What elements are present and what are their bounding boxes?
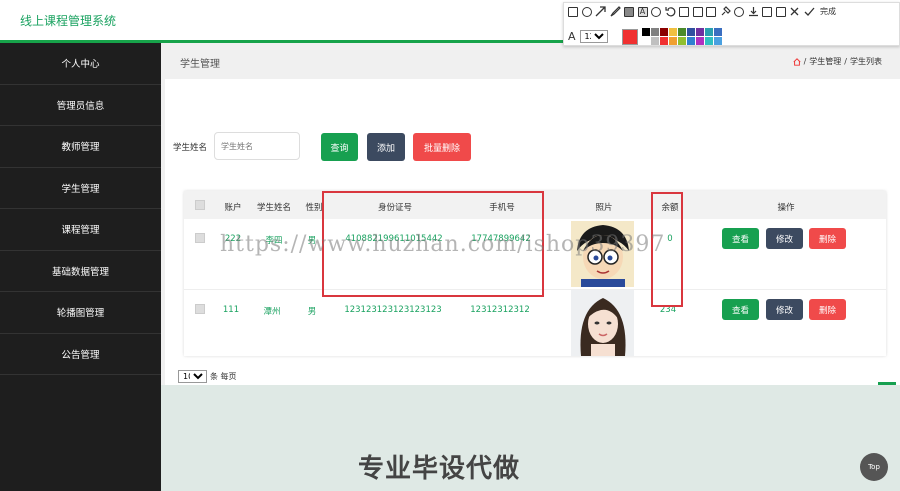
delete-button[interactable]: 删除 (809, 299, 846, 320)
pin-icon[interactable] (720, 6, 731, 17)
color-swatch[interactable] (668, 28, 677, 36)
row-checkbox[interactable] (195, 233, 205, 243)
breadcrumb-sep: / (844, 57, 847, 66)
select-all-checkbox[interactable] (195, 200, 205, 210)
breadcrumb-item: 学生列表 (850, 57, 882, 66)
download-icon[interactable] (748, 6, 759, 17)
column-header: 学生姓名 (256, 203, 292, 213)
color-swatch[interactable] (659, 28, 668, 36)
sidebar-item-base-data[interactable]: 基础数据管理 (0, 251, 161, 292)
tool-row: A 完成 (568, 6, 836, 17)
current-color-swatch[interactable] (621, 28, 638, 45)
breadcrumb: / 学生管理 / 学生列表 (793, 56, 882, 67)
footer-area (161, 385, 900, 491)
phone-icon[interactable] (762, 6, 772, 17)
color-swatch[interactable] (704, 37, 713, 45)
sidebar-item-teachers[interactable]: 教师管理 (0, 126, 161, 168)
rectangle-tool-icon[interactable] (568, 6, 578, 17)
color-swatch[interactable] (641, 28, 650, 36)
crumb-bar: 学生管理 / 学生管理 / 学生列表 (161, 43, 900, 79)
search-label: 学生姓名 (173, 143, 208, 153)
color-swatch[interactable] (650, 37, 659, 45)
sidebar-item-students[interactable]: 学生管理 (0, 168, 161, 209)
font-size-select[interactable]: 12 (579, 30, 608, 43)
color-swatch[interactable] (686, 37, 695, 45)
search-input[interactable] (214, 132, 300, 160)
add-button[interactable]: 添加 (367, 133, 405, 161)
cell-account: 111 (222, 305, 240, 315)
undo-icon[interactable] (664, 6, 676, 17)
row-checkbox[interactable] (195, 304, 205, 314)
copy-icon[interactable] (692, 6, 703, 17)
sidebar-item-announcements[interactable]: 公告管理 (0, 334, 161, 375)
page-size-label: 条 每页 (210, 372, 237, 381)
view-button[interactable]: 查看 (722, 228, 759, 249)
view-button[interactable]: 查看 (722, 299, 759, 320)
page-size-select[interactable]: 10 (178, 370, 207, 383)
text-tool-icon[interactable]: A (637, 6, 648, 17)
watermark-url: https://www.huzhan.com/ishop39397 (220, 232, 666, 257)
column-header: 操作 (777, 203, 795, 213)
record-icon[interactable] (734, 6, 744, 17)
color-swatch[interactable] (713, 28, 722, 36)
color-palette (641, 28, 722, 45)
ocr-icon[interactable] (706, 6, 716, 17)
sidebar-item-personal-center[interactable]: 个人中心 (0, 43, 161, 85)
pen-tool-icon[interactable] (610, 6, 621, 17)
crop-icon[interactable] (679, 6, 689, 17)
query-button[interactable]: 查询 (321, 133, 358, 161)
check-icon[interactable] (804, 6, 815, 17)
number-tool-icon[interactable] (651, 6, 661, 17)
delete-button[interactable]: 删除 (809, 228, 846, 249)
style-row: A 12 (568, 28, 722, 45)
column-header: 账户 (224, 203, 242, 213)
color-swatch[interactable] (650, 28, 659, 36)
color-swatch[interactable] (659, 37, 668, 45)
page-size-control: 10 条 每页 (178, 370, 237, 383)
breadcrumb-item[interactable]: 学生管理 (809, 56, 841, 67)
color-swatch[interactable] (713, 37, 722, 45)
home-icon[interactable] (793, 57, 801, 66)
cell-gender: 男 (307, 307, 317, 317)
page-title: 学生管理 (180, 59, 220, 70)
sidebar-item-carousel[interactable]: 轮播图管理 (0, 292, 161, 334)
color-swatch[interactable] (641, 37, 650, 45)
batch-delete-button[interactable]: 批量删除 (413, 133, 471, 161)
color-swatch[interactable] (695, 37, 704, 45)
edit-button[interactable]: 修改 (766, 228, 803, 249)
annotation-toolbar: A 完成 A 12 (563, 2, 900, 46)
color-swatch[interactable] (704, 28, 713, 36)
app-title: 线上课程管理系统 (20, 14, 117, 28)
student-photo (571, 290, 634, 356)
arrow-tool-icon[interactable] (595, 6, 606, 17)
breadcrumb-sep: / (803, 57, 807, 66)
close-icon[interactable] (789, 6, 800, 17)
color-swatch[interactable] (668, 37, 677, 45)
font-icon: A (568, 30, 576, 43)
sidebar: 个人中心 管理员信息 教师管理 学生管理 课程管理 基础数据管理 轮播图管理 公… (0, 43, 161, 491)
ellipse-tool-icon[interactable] (581, 6, 592, 17)
color-swatch[interactable] (695, 28, 704, 36)
cell-id-number: 123123123123123123 (344, 305, 442, 315)
sidebar-item-courses[interactable]: 课程管理 (0, 209, 161, 251)
back-to-top-button[interactable]: Top (860, 453, 888, 481)
sidebar-item-admin-info[interactable]: 管理员信息 (0, 85, 161, 126)
color-swatch[interactable] (686, 28, 695, 36)
edit-button[interactable]: 修改 (766, 299, 803, 320)
cell-name: 潭州 (263, 307, 281, 317)
done-button[interactable]: 完成 (820, 6, 836, 17)
column-header: 性别 (305, 203, 323, 213)
color-swatch[interactable] (677, 28, 686, 36)
cell-phone: 12312312312 (470, 305, 530, 315)
bookmark-icon[interactable] (775, 6, 786, 17)
table-row: 111 潭州 男 123123123123123123 12312312312 … (184, 289, 886, 356)
watermark-slogan: 专业毕设代做 (358, 454, 521, 484)
column-header: 照片 (595, 203, 613, 213)
mosaic-tool-icon[interactable] (624, 6, 634, 17)
color-swatch[interactable] (677, 37, 686, 45)
